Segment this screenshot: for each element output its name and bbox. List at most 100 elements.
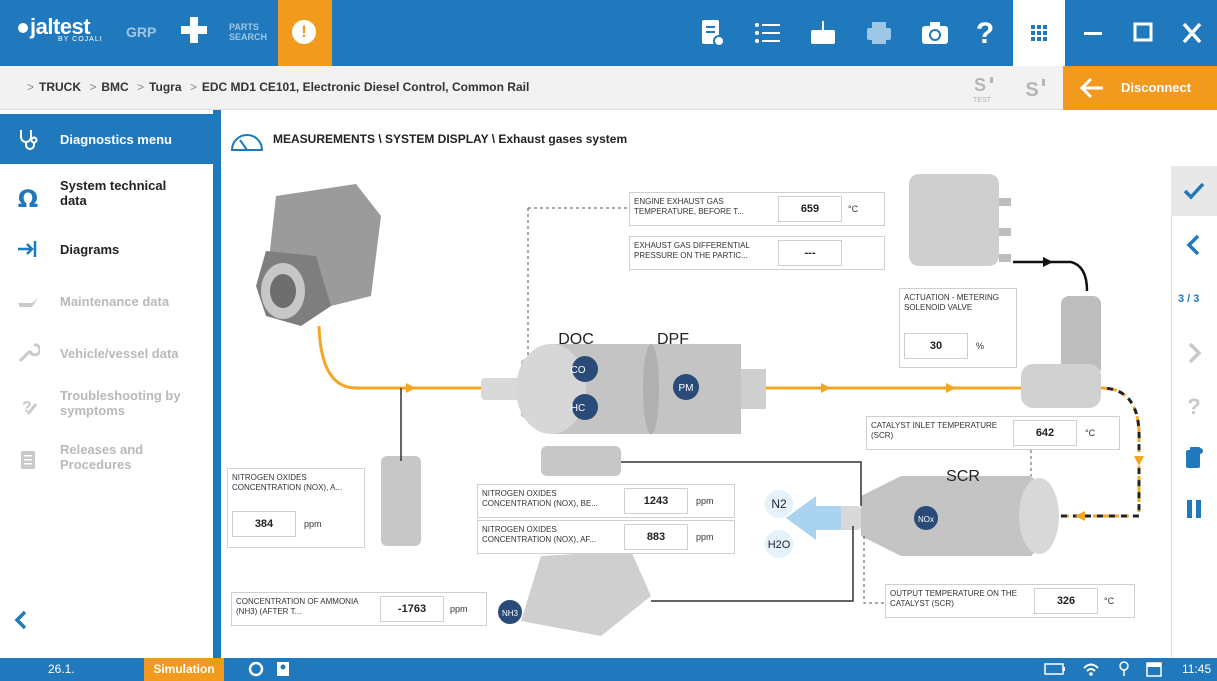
dosing-unit-image xyxy=(909,174,1011,266)
sidebar: Diagnostics menu Ω System technical data… xyxy=(0,110,216,658)
apps-button[interactable] xyxy=(1013,0,1065,66)
user-icon[interactable] xyxy=(276,661,290,677)
engine-image xyxy=(256,184,381,326)
dpf-label: DPF xyxy=(657,331,689,348)
wrench-icon xyxy=(18,343,40,363)
injector-image xyxy=(1021,296,1101,408)
jaltest-logo: jaltest BY COJALI xyxy=(18,14,103,43)
chevron-left-icon[interactable] xyxy=(10,608,34,632)
svg-text:S: S xyxy=(974,75,986,95)
wifi-icon xyxy=(1083,663,1099,676)
breadcrumb-item[interactable]: TRUCK xyxy=(39,80,81,94)
test-icon[interactable]: S TEST xyxy=(968,74,996,104)
n2-label: N2 xyxy=(771,497,787,511)
diagram-arrow-icon xyxy=(18,241,37,257)
sidebar-item-releases[interactable]: Releases and Procedures xyxy=(0,434,216,486)
measurement-metering-valve[interactable]: ACTUATION - METERING SOLENOID VALVE 30 % xyxy=(899,288,1017,368)
sidebar-item-diagrams[interactable]: Diagrams xyxy=(0,224,216,274)
oil-can-icon xyxy=(18,298,38,307)
minimize-icon[interactable] xyxy=(1068,0,1118,66)
measurement-nox-before[interactable]: NITROGEN OXIDES CONCENTRATION (NOX), BE.… xyxy=(477,484,735,518)
hc-label: HC xyxy=(571,403,585,414)
network-icon xyxy=(1119,661,1129,676)
measurement-catalyst-inlet-temp[interactable]: CATALYST INLET TEMPERATURE (SCR) 642 °C xyxy=(866,416,1120,450)
sidebar-item-maintenance-data[interactable]: Maintenance data xyxy=(0,276,216,326)
alert-button[interactable]: ! xyxy=(278,0,332,66)
gauge-icon xyxy=(230,134,264,151)
pause-icon[interactable] xyxy=(1181,496,1207,522)
printer-icon[interactable] xyxy=(864,18,894,48)
maximize-icon[interactable] xyxy=(1118,0,1168,66)
document-icon xyxy=(21,451,35,469)
support-icon[interactable] xyxy=(248,661,264,677)
calendar-icon xyxy=(1146,662,1162,677)
nh3-sensor-image xyxy=(521,551,651,636)
chevron-left-icon[interactable] xyxy=(1181,232,1207,258)
breadcrumb-trail: > TRUCK > BMC > Tugra > EDC MD1 CE101, Elect… xyxy=(27,80,530,94)
troubleshoot-icon: ? xyxy=(22,399,38,416)
measurement-catalyst-output-temp[interactable]: OUTPUT TEMPERATURE ON THE CATALYST (SCR)… xyxy=(885,584,1135,618)
list-icon[interactable] xyxy=(752,18,782,48)
page-title: MEASUREMENTS \ SYSTEM DISPLAY \ Exhaust … xyxy=(273,132,628,146)
arrow-left-icon xyxy=(1079,77,1103,99)
chevron-right-icon[interactable] xyxy=(1181,340,1207,366)
sidebar-item-diagnostics-menu[interactable]: Diagnostics menu xyxy=(0,114,216,164)
grp-button[interactable]: GRP xyxy=(126,24,156,40)
svg-text:Ω: Ω xyxy=(18,186,38,210)
check-icon xyxy=(1183,182,1205,200)
keyboard-icon[interactable] xyxy=(808,18,838,48)
breadcrumb-item[interactable]: Tugra xyxy=(149,80,181,94)
help-icon[interactable]: ? xyxy=(970,18,1000,48)
nh3-label: NH3 xyxy=(502,609,519,618)
stethoscope-icon xyxy=(20,130,38,150)
status-bar: 26.1. Simulation 11:45 xyxy=(0,658,1217,681)
help-icon[interactable]: ? xyxy=(1181,392,1207,418)
measurement-ammonia[interactable]: CONCENTRATION OF AMMONIA (NH3) (AFTER T.… xyxy=(231,592,487,626)
co-label: CO xyxy=(571,365,586,376)
measurement-nox-after[interactable]: NITROGEN OXIDES CONCENTRATION (NOX), AF.… xyxy=(477,520,735,554)
version-label: 26.1. xyxy=(48,662,75,676)
close-icon[interactable] xyxy=(1167,0,1217,66)
sidebar-item-system-technical-data[interactable]: Ω System technical data xyxy=(0,170,216,222)
measurement-exhaust-temp[interactable]: ENGINE EXHAUST GAS TEMPERATURE, BEFORE T… xyxy=(629,192,885,226)
grid-icon xyxy=(1031,25,1047,41)
breadcrumb-item[interactable]: BMC xyxy=(101,80,128,94)
simulation-badge: Simulation xyxy=(144,658,224,681)
plus-icon[interactable] xyxy=(178,14,210,46)
main-header: MEASUREMENTS \ SYSTEM DISPLAY \ Exhaust … xyxy=(221,110,1171,166)
nox-sensor-image xyxy=(541,446,621,476)
sidebar-item-troubleshooting[interactable]: ? Troubleshooting by symptoms xyxy=(0,380,216,432)
sidebar-divider xyxy=(213,110,221,658)
page-indicator: 3 / 3 xyxy=(1178,293,1200,305)
svg-text:?: ? xyxy=(976,18,994,48)
omega-icon: Ω xyxy=(18,186,38,210)
clipboard-icon[interactable] xyxy=(1181,444,1207,470)
output-arrow xyxy=(786,496,841,540)
exhaust-system-diagram: CO HC PM DOC DPF NOx SCR N2 H2O NH3 ENGI… xyxy=(221,166,1171,658)
breadcrumb: > TRUCK > BMC > Tugra > EDC MD1 CE101, Elect… xyxy=(0,66,1217,110)
signal-icon[interactable]: S xyxy=(1020,74,1048,104)
pm-label: PM xyxy=(679,383,694,394)
flow-line xyxy=(317,325,483,390)
measurement-nox-a[interactable]: NITROGEN OXIDES CONCENTRATION (NOX), A..… xyxy=(227,468,365,548)
top-toolbar: jaltest BY COJALI GRP PARTS SEARCH ! ? xyxy=(0,0,1217,66)
camera-icon[interactable] xyxy=(920,18,950,48)
svg-text:?: ? xyxy=(1187,394,1200,418)
svg-text:TEST: TEST xyxy=(973,97,992,104)
h2o-label: H2O xyxy=(768,539,791,551)
confirm-button[interactable] xyxy=(1171,166,1217,216)
doc-dpf-canister xyxy=(481,344,766,434)
report-icon[interactable] xyxy=(697,18,727,48)
breadcrumb-item[interactable]: EDC MD1 CE101, Electronic Diesel Control… xyxy=(202,80,529,94)
measurement-differential-pressure[interactable]: EXHAUST GAS DIFFERENTIAL PRESSURE ON THE… xyxy=(629,236,885,270)
svg-text:S: S xyxy=(1025,79,1038,101)
sidebar-item-vehicle-data[interactable]: Vehicle/vessel data xyxy=(0,328,216,378)
scr-canister xyxy=(821,476,1059,556)
nox-label: NOx xyxy=(918,515,934,524)
clock: 11:45 xyxy=(1182,662,1212,676)
disconnect-button[interactable]: Disconnect xyxy=(1063,66,1217,110)
app-window: jaltest BY COJALI GRP PARTS SEARCH ! ? >… xyxy=(0,0,1217,681)
nox-sensor-image xyxy=(381,456,421,546)
battery-icon xyxy=(1044,663,1065,675)
parts-search-button[interactable]: PARTS SEARCH xyxy=(229,22,267,42)
